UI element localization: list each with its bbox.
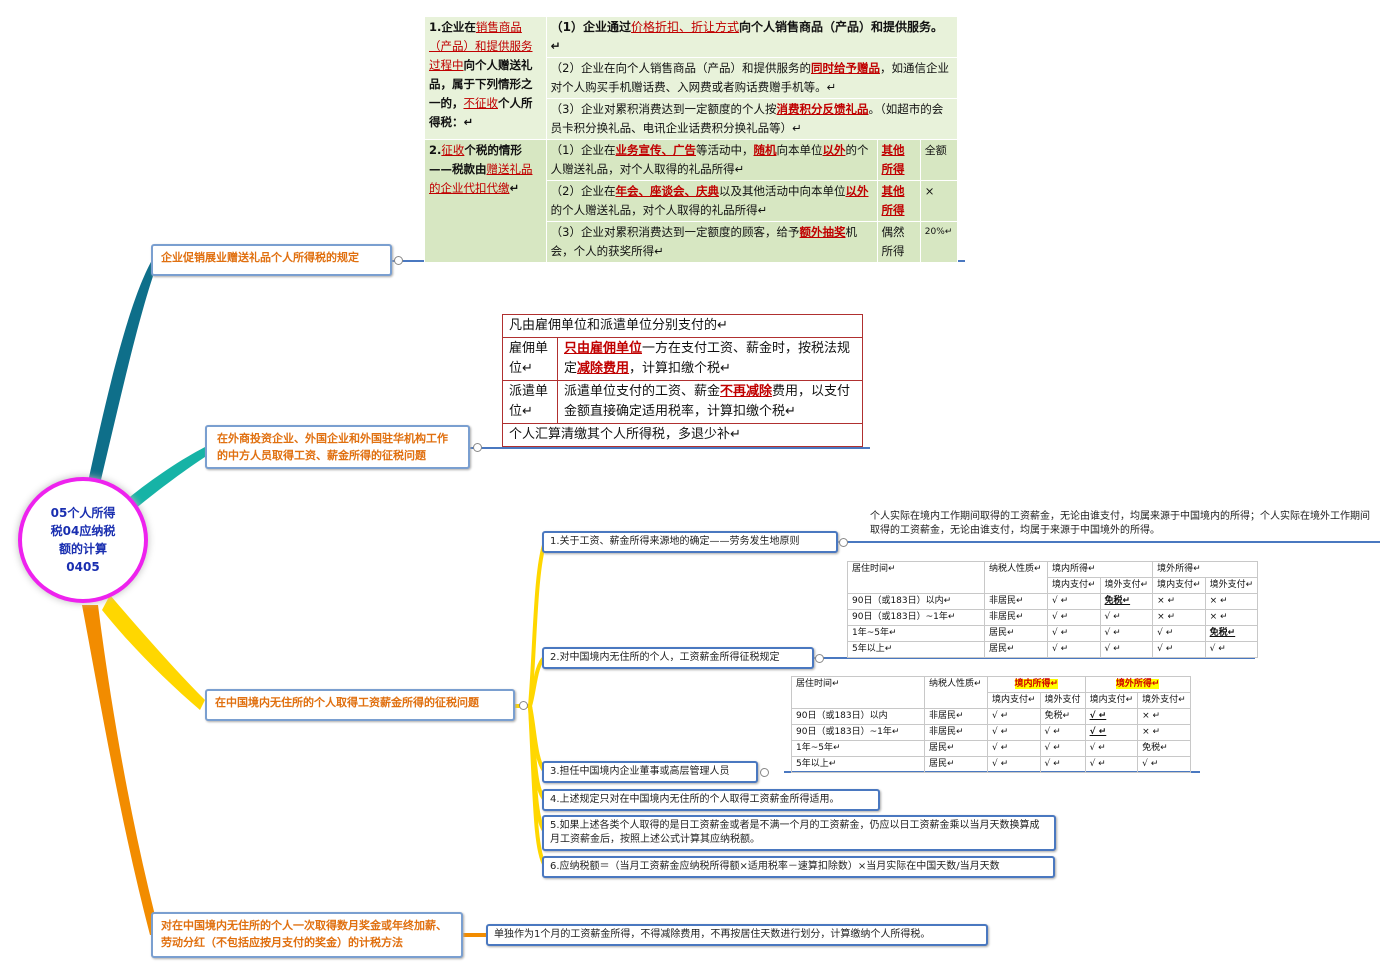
gift-category: 其他所得 [876, 180, 921, 222]
table-row: 90日（或183日）以内 非居民↵ √ ↵ 免税↵ √ ↵ × ↵ [791, 708, 1191, 725]
col-foreign-income: 境外所得↵ [1084, 676, 1191, 693]
col-residence-time: 居住时间↵ [847, 561, 985, 594]
col-taxpayer-type: 纳税人性质↵ [924, 676, 988, 709]
gift-group1-label: 1.企业在销售商品（产品）和提供服务过程中向个人赠送礼品，属于下列情形之一的，不… [424, 16, 547, 140]
residency-table-nonresident: 居住时间↵ 纳税人性质↵ 境内所得↵ 境外所得↵ 境内支付↵ 境外支付↵ 境内支… [847, 561, 1259, 658]
salary-row-label: 雇佣单位↵ [502, 337, 558, 381]
collapse-knob[interactable] [815, 654, 824, 663]
col-foreign-pay: 境外支付↵ [1099, 577, 1154, 594]
sub-scope-note[interactable]: 4.上述规定只对在中国境内无住所的个人取得工资薪金所得适用。 [542, 789, 880, 811]
collapse-knob[interactable] [394, 256, 403, 265]
gift-group2-label: 2.征收个税的情形——税款由赠送礼品的企业代扣代缴↵ [424, 139, 547, 263]
col-residence-time: 居住时间↵ [791, 676, 925, 709]
topic-gift-tax-label: 企业促销展业赠送礼品个人所得税的规定 [161, 251, 359, 264]
gift-rate: 20%↵ [919, 221, 959, 263]
col-foreign-income: 境外所得↵ [1152, 561, 1259, 578]
col-domestic-pay: 境内支付↵ [1047, 577, 1101, 594]
gift-tax-table: 1.企业在销售商品（产品）和提供服务过程中向个人赠送礼品，属于下列情形之一的，不… [424, 16, 959, 263]
central-topic[interactable]: 05个人所得税04应纳税额的计算0405 [18, 477, 148, 603]
gift-category: 偶然所得 [876, 221, 921, 263]
col-foreign-pay: 境外支付 [1039, 692, 1086, 709]
col-foreign-pay: 境外支付↵ [1137, 692, 1191, 709]
collapse-knob[interactable] [760, 768, 769, 777]
salary-row-label: 派遣单位↵ [502, 380, 558, 424]
central-topic-text: 05个人所得税04应纳税额的计算0405 [50, 506, 116, 574]
gift-rate: × [919, 180, 959, 222]
sub-nonresident-rules[interactable]: 2.对中国境内无住所的个人，工资薪金所得征税规定 [542, 647, 814, 669]
gift-group1-row: （2）企业在向个人销售商品（产品）和提供服务的同时给予赠品，如通信企业对个人购买… [545, 57, 959, 99]
col-foreign-pay: 境外支付↵ [1204, 577, 1259, 594]
topic-foreign-enterprise-salary-label: 在外商投资企业、外国企业和外国驻华机构工作的中方人员取得工资、薪金所得的征税问题 [217, 432, 448, 462]
gift-group1-row: （3）企业对累积消费达到一定额度的个人按消费积分反馈礼品。（如超市的会员卡积分换… [545, 98, 959, 140]
table-row: 90日（或183日）以内↵ 非居民↵ √ ↵ 免税↵ × ↵ × ↵ [847, 593, 1259, 610]
collapse-knob[interactable] [473, 443, 482, 452]
topic-gift-tax[interactable]: 企业促销展业赠送礼品个人所得税的规定 [151, 244, 392, 276]
gift-rate: 全额 [919, 139, 959, 181]
salary-table-footer: 个人汇算清缴其个人所得税，多退少补↵ [502, 423, 863, 447]
col-domestic-pay: 境内支付↵ [1084, 692, 1139, 709]
salary-row-text: 派遣单位支付的工资、薪金不再减除费用，以支付金额直接确定适用税率，计算扣缴个税↵ [557, 380, 863, 424]
col-domestic-pay: 境内支付↵ [987, 692, 1041, 709]
table-row: 1年~5年↵ 居民↵ √ ↵ √ ↵ √ ↵ 免税↵ [847, 625, 1259, 642]
branch-1 [88, 260, 158, 484]
gift-group2-row: （3）企业对累积消费达到一定额度的顾客，给予额外抽奖机会，个人的获奖所得↵ [545, 221, 878, 263]
salary-split-table: 凡由雇佣单位和派遣单位分别支付的↵ 雇佣单位↵ 只由雇佣单位一方在支付工资、薪金… [502, 314, 863, 447]
table-row: 90日（或183日）~1年↵ 非居民↵ √ ↵ √ ↵ √ ↵ × ↵ [791, 724, 1191, 741]
residency-table-directors: 居住时间↵ 纳税人性质↵ 境内所得↵ 境外所得↵ 境内支付↵ 境外支付 境内支付… [791, 676, 1191, 773]
table-row: 5年以上↵ 居民↵ √ ↵ √ ↵ √ ↵ √ ↵ [791, 756, 1191, 773]
sub-bonus-method[interactable]: 单独作为1个月的工资薪金所得，不得减除费用，不再按居住天数进行划分，计算缴纳个人… [486, 924, 988, 946]
branch-3 [102, 595, 205, 710]
sub-director-rules[interactable]: 3.担任中国境内企业董事或高层管理人员 [542, 761, 758, 783]
table-row: 90日（或183日）~1年↵ 非居民↵ √ ↵ √ ↵ × ↵ × ↵ [847, 609, 1259, 626]
gift-group1-row: （1）企业通过价格折扣、折让方式向个人销售商品（产品）和提供服务。↵ [545, 16, 959, 58]
source-rule-note: 个人实际在境内工作期间取得的工资薪金，无论由谁支付，均属来源于中国境内的所得；个… [870, 511, 1370, 536]
sub-daily-salary[interactable]: 5.如果上述各类个人取得的是日工资薪金或者是不满一个月的工资薪金，仍应以日工资薪… [542, 815, 1056, 851]
salary-table-header: 凡由雇佣单位和派遣单位分别支付的↵ [502, 314, 863, 338]
topic-foreign-enterprise-salary[interactable]: 在外商投资企业、外国企业和外国驻华机构工作的中方人员取得工资、薪金所得的征税问题 [205, 425, 470, 469]
salary-row-text: 只由雇佣单位一方在支付工资、薪金时，按税法规定减除费用，计算扣缴个税↵ [557, 337, 863, 381]
table-row: 5年以上↵ 居民↵ √ ↵ √ ↵ √ ↵ √ ↵ [847, 641, 1259, 658]
sub-tax-formula[interactable]: 6.应纳税额＝（当月工资薪金应纳税所得额×适用税率－速算扣除数）×当月实际在中国… [542, 856, 1055, 878]
col-domestic-pay: 境内支付↵ [1152, 577, 1206, 594]
gift-category: 其他所得 [876, 139, 921, 181]
topic-bonus-tax-method[interactable]: 对在中国境内无住所的个人一次取得数月奖金或年终加薪、劳动分红（不包括应按月支付的… [151, 912, 463, 958]
col-domestic-income: 境内所得↵ [1046, 561, 1154, 578]
gift-group2-row: （2）企业在年会、座谈会、庆典以及其他活动中向本单位以外的个人赠送礼品，对个人取… [545, 180, 878, 222]
collapse-knob[interactable] [519, 701, 528, 710]
table-row: 1年~5年↵ 居民↵ √ ↵ √ ↵ √ ↵ 免税↵ [791, 740, 1191, 757]
topic-nonresident-salary-label: 在中国境内无住所的个人取得工资薪金所得的征税问题 [215, 696, 479, 709]
col-domestic-income: 境内所得↵ [987, 676, 1086, 693]
col-taxpayer-type: 纳税人性质↵ [984, 561, 1048, 594]
topic-nonresident-salary[interactable]: 在中国境内无住所的个人取得工资薪金所得的征税问题 [205, 689, 515, 721]
topic-bonus-tax-method-label: 对在中国境内无住所的个人一次取得数月奖金或年终加薪、劳动分红（不包括应按月支付的… [161, 919, 447, 949]
sub-source-rule[interactable]: 1.关于工资、薪金所得来源地的确定——劳务发生地原则 [542, 531, 838, 553]
gift-group2-row: （1）企业在业务宣传、广告等活动中，随机向本单位以外的个人赠送礼品，对个人取得的… [545, 139, 878, 181]
collapse-knob[interactable] [839, 538, 848, 547]
